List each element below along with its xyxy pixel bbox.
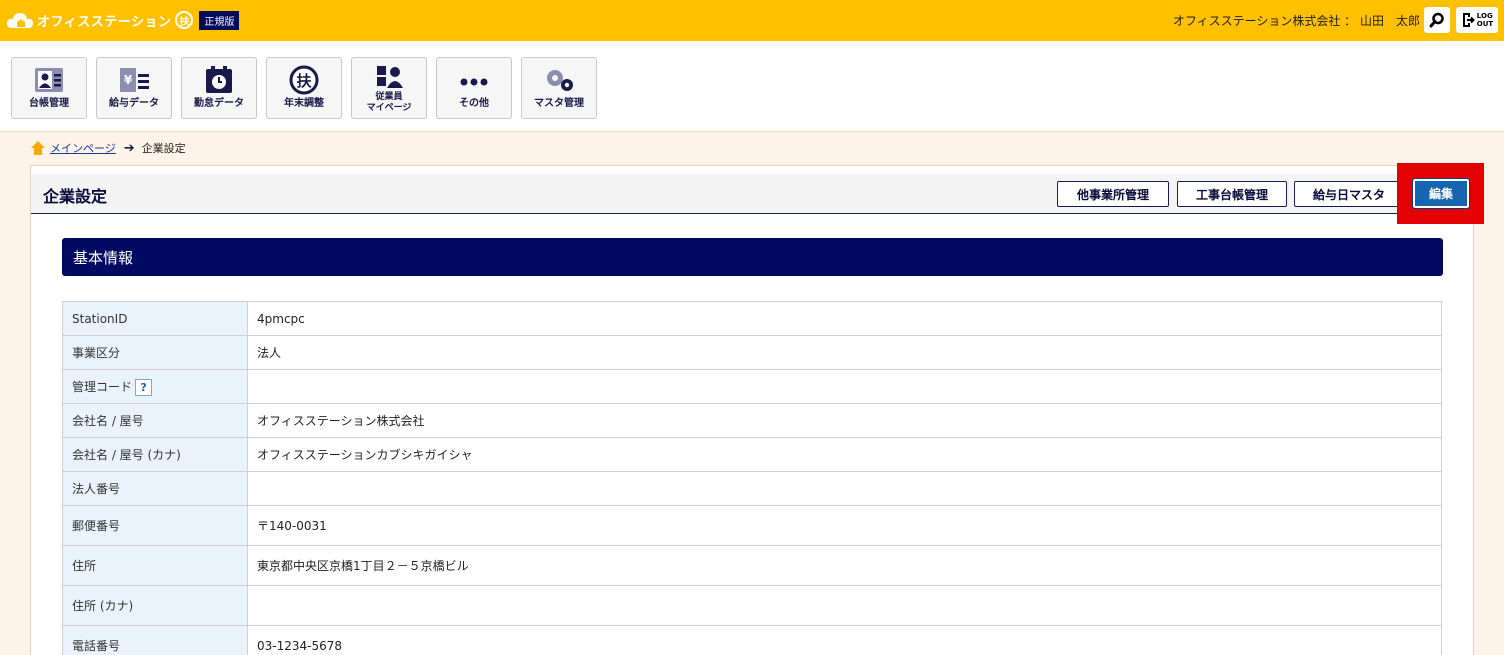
main-nav: 台帳管理 ¥ 給与データ 勤怠データ 扶 年末調整 従業員 マイページ その他 … [0, 41, 1504, 132]
row-value: オフィスステーション株式会社 [247, 403, 1442, 438]
nav-label: 台帳管理 [29, 98, 69, 109]
home-icon [31, 141, 45, 155]
search-button[interactable] [1424, 7, 1450, 33]
nav-more-button[interactable]: その他 [436, 57, 512, 119]
row-key: 会社名 / 屋号 (カナ) [62, 437, 248, 472]
row-key: 事業区分 [62, 335, 248, 370]
arrow-right-icon: ➔ [123, 140, 135, 156]
row-key: 法人番号 [62, 471, 248, 506]
attendance-icon [201, 64, 237, 96]
nav-label: 給与データ [109, 98, 159, 109]
more-icon [456, 64, 492, 96]
breadcrumb-home-link[interactable]: メインページ [50, 140, 116, 156]
nav-year-end-button[interactable]: 扶 年末調整 [266, 57, 342, 119]
master-icon [541, 64, 577, 96]
edit-button[interactable]: 編集 [1412, 178, 1470, 209]
nav-master-button[interactable]: マスタ管理 [521, 57, 597, 119]
table-row: 住所 東京都中央区京橋1丁目２－５京橋ビル [62, 545, 1442, 586]
row-key: 住所 [62, 545, 248, 586]
nav-label: マスタ管理 [534, 98, 584, 109]
nav-employee-mypage-button[interactable]: 従業員 マイページ [351, 57, 427, 119]
section-title: 基本情報 [62, 238, 1443, 276]
construction-ledger-button[interactable]: 工事台帳管理 [1177, 181, 1287, 207]
row-key: 住所 (カナ) [62, 585, 248, 626]
user-info: オフィスステーション株式会社 ： 山田 太郎 [1172, 14, 1420, 28]
table-row: 事業区分 法人 [62, 335, 1442, 370]
row-value [247, 585, 1442, 626]
logout-label: LOG OUT [1476, 12, 1494, 28]
table-row: 住所 (カナ) [62, 585, 1442, 626]
search-icon [1429, 12, 1444, 28]
row-value [247, 471, 1442, 506]
row-key: StationID [62, 301, 248, 336]
svg-text:扶: 扶 [296, 72, 312, 90]
company-settings-panel: 企業設定 他事業所管理 工事台帳管理 給与日マスタ 編集 基本情報 Statio… [30, 163, 1484, 655]
nav-salary-button[interactable]: ¥ 給与データ [96, 57, 172, 119]
table-row: 電話番号 03-1234-5678 [62, 625, 1442, 655]
nav-label: 年末調整 [284, 98, 324, 109]
payday-master-button[interactable]: 給与日マスタ [1294, 181, 1404, 207]
row-value: 4pmcpc [247, 301, 1442, 336]
top-bar: オフィスステーション 扶 正規版 オフィスステーション株式会社 ： 山田 太郎 … [0, 0, 1504, 41]
logout-icon [1462, 13, 1475, 27]
logout-button[interactable]: LOG OUT [1456, 7, 1498, 33]
salary-icon: ¥ [116, 64, 152, 96]
row-key: 郵便番号 [62, 505, 248, 546]
breadcrumb: メインページ ➔ 企業設定 [30, 140, 186, 156]
row-key: 電話番号 [62, 625, 248, 655]
row-value: オフィスステーションカブシキガイシャ [247, 437, 1442, 472]
panel-header: 企業設定 他事業所管理 工事台帳管理 給与日マスタ [31, 174, 1473, 214]
fu-mark-icon: 扶 [175, 11, 194, 29]
nav-label: 勤怠データ [194, 98, 244, 109]
row-value: 03-1234-5678 [247, 625, 1442, 655]
row-value: 〒140-0031 [247, 505, 1442, 546]
row-value: 法人 [247, 335, 1442, 370]
employee-icon [371, 64, 407, 90]
nav-label: 従業員 マイページ [366, 92, 412, 113]
edition-badge: 正規版 [199, 10, 240, 30]
table-row: 郵便番号 〒140-0031 [62, 505, 1442, 546]
table-row: 法人番号 [62, 471, 1442, 506]
svg-text:¥: ¥ [124, 73, 133, 87]
cloud-logo-icon [6, 10, 34, 30]
page-title: 企業設定 [43, 187, 108, 206]
table-row: 会社名 / 屋号 オフィスステーション株式会社 [62, 403, 1442, 438]
row-value [247, 369, 1442, 404]
year-end-icon: 扶 [286, 64, 322, 96]
app-logo[interactable]: オフィスステーション 扶 正規版 [6, 10, 240, 30]
nav-ledger-button[interactable]: 台帳管理 [11, 57, 87, 119]
table-row: 管理コード? [62, 369, 1442, 404]
table-row: StationID 4pmcpc [62, 301, 1442, 336]
table-row: 会社名 / 屋号 (カナ) オフィスステーションカブシキガイシャ [62, 437, 1442, 472]
ledger-icon [31, 64, 67, 96]
breadcrumb-current: 企業設定 [141, 142, 186, 155]
basic-info-table: StationID 4pmcpc 事業区分 法人 管理コード? 会社名 / 屋号… [62, 301, 1442, 655]
other-offices-button[interactable]: 他事業所管理 [1057, 181, 1169, 207]
row-key: 管理コード? [62, 369, 248, 404]
nav-attendance-button[interactable]: 勤怠データ [181, 57, 257, 119]
help-icon[interactable]: ? [135, 378, 153, 396]
app-name: オフィスステーション [37, 14, 172, 30]
row-key: 会社名 / 屋号 [62, 403, 248, 438]
row-value: 東京都中央区京橋1丁目２－５京橋ビル [247, 545, 1442, 586]
nav-label: その他 [459, 98, 489, 109]
